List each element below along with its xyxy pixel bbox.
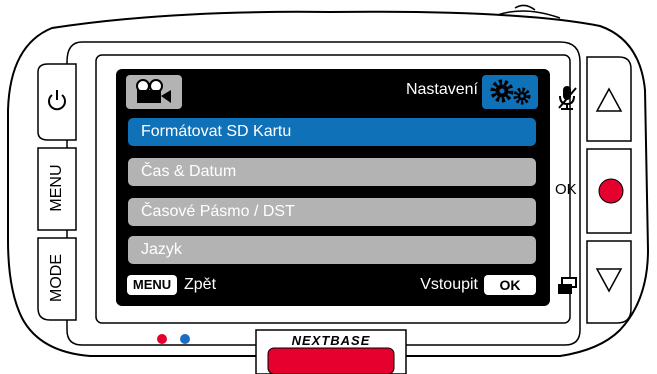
mode-button[interactable]: MODE bbox=[36, 236, 78, 322]
mode-button-label: MODE bbox=[48, 254, 65, 302]
menu-item-time-date[interactable]: Čas & Datum bbox=[128, 158, 536, 186]
menu-item-label: Formátovat SD Kartu bbox=[141, 123, 292, 140]
video-camera-icon bbox=[126, 75, 182, 109]
menu-button-label: MENU bbox=[48, 164, 65, 212]
menu-item-label: Jazyk bbox=[141, 241, 182, 258]
power-icon bbox=[48, 90, 66, 111]
record-icon bbox=[598, 178, 624, 204]
back-label: Zpět bbox=[184, 276, 217, 293]
down-button[interactable] bbox=[585, 239, 633, 327]
menu-button[interactable]: MENU bbox=[36, 146, 78, 232]
led-red bbox=[157, 334, 167, 344]
up-button[interactable] bbox=[585, 55, 633, 143]
ok-softkey-badge: OK bbox=[484, 275, 536, 295]
menu-softkey-badge: MENU bbox=[127, 275, 177, 295]
page-title: Nastavení bbox=[405, 81, 478, 98]
ok-button[interactable] bbox=[585, 147, 633, 235]
enter-label: Vstoupit bbox=[420, 276, 478, 293]
led-blue bbox=[180, 334, 190, 344]
menu-item-timezone-dst[interactable]: Časové Pásmo / DST bbox=[128, 198, 536, 226]
display-screen: Nastavení Formátovat SD Kartu Čas & Datu… bbox=[116, 69, 550, 306]
menu-item-label: Časové Pásmo / DST bbox=[141, 203, 295, 220]
ok-label: OK bbox=[555, 181, 577, 198]
menu-item-format-sd[interactable]: Formátovat SD Kartu bbox=[128, 118, 536, 146]
power-button[interactable] bbox=[36, 62, 78, 142]
brand-logo: NEXTBASE bbox=[291, 333, 371, 348]
mic-muted-icon bbox=[558, 86, 577, 110]
menu-item-language[interactable]: Jazyk bbox=[128, 236, 536, 264]
file-protect-icon bbox=[558, 277, 577, 294]
menu-item-label: Čas & Datum bbox=[141, 163, 237, 180]
gears-icon bbox=[482, 75, 538, 109]
